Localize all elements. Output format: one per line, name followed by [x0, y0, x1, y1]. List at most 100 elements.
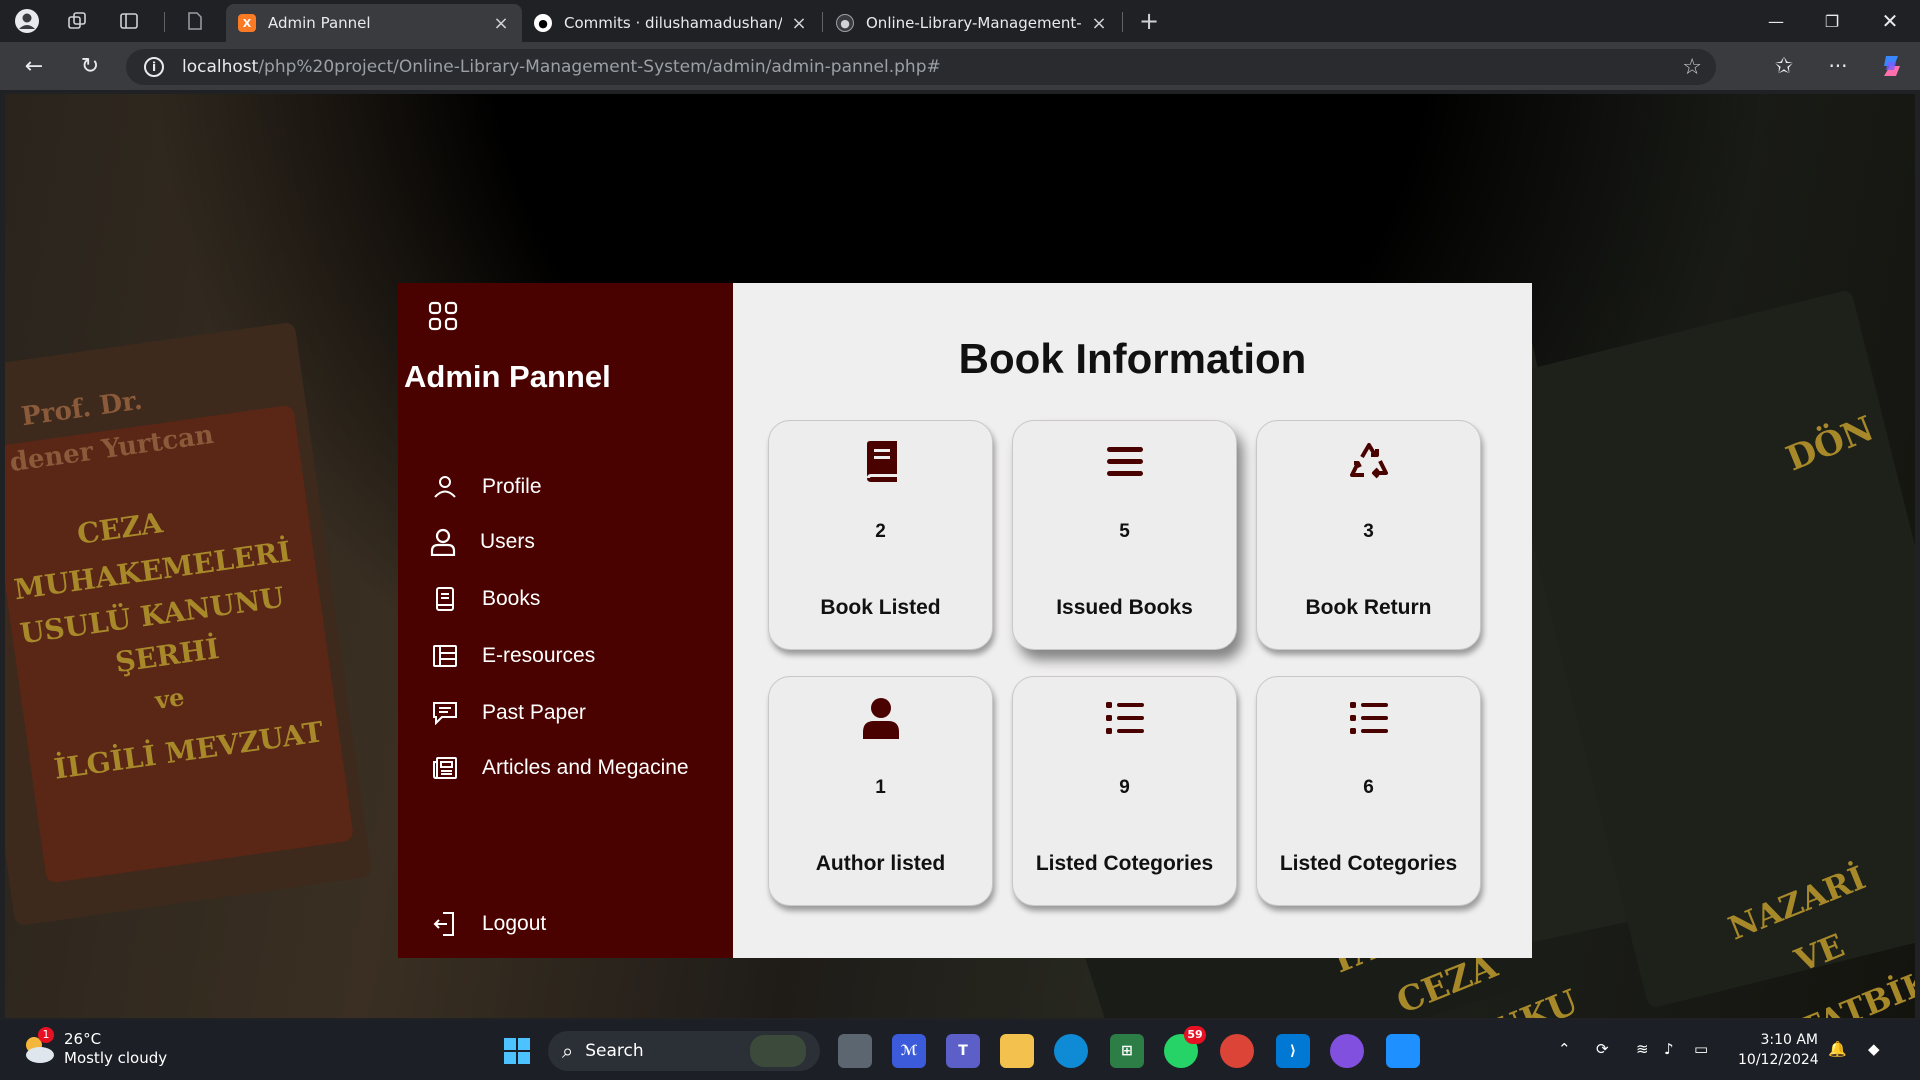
- tab-separator: [164, 12, 165, 32]
- close-window-icon[interactable]: ✕: [1862, 0, 1918, 42]
- book-icon: [430, 584, 460, 614]
- notification-bell-icon[interactable]: 🔔: [1828, 1040, 1847, 1058]
- refresh-icon[interactable]: ↻: [72, 50, 108, 82]
- card-author-listed[interactable]: 1 Author listed: [768, 676, 993, 906]
- card-label: Book Return: [1305, 596, 1432, 619]
- card-label: Listed Cotegories: [1035, 852, 1214, 875]
- task-view-icon[interactable]: [838, 1034, 872, 1068]
- card-count: 6: [1363, 777, 1374, 798]
- sidebar: Admin Pannel Profile Users Books E-resou…: [398, 283, 733, 958]
- url-text[interactable]: localhost/php%20project/Online-Library-M…: [182, 57, 941, 77]
- tab-separator: [822, 12, 823, 32]
- tab-title: Online-Library-Management-Syst: [866, 14, 1082, 32]
- weather-widget[interactable]: 1 26°C Mostly cloudy: [20, 1027, 167, 1068]
- menu-icon: [1013, 439, 1236, 485]
- weather-badge: 1: [38, 1027, 54, 1043]
- wifi-icon[interactable]: ≋: [1636, 1040, 1649, 1058]
- tab-commits[interactable]: ● Commits · dilushamadushan/Onli ×: [522, 4, 820, 42]
- tab-title: Admin Pannel: [268, 14, 371, 32]
- search-label: Search: [585, 1041, 644, 1061]
- logout-label: Logout: [482, 912, 547, 935]
- grid-menu-icon[interactable]: [428, 301, 458, 335]
- copilot-taskbar-icon[interactable]: ◆: [1868, 1040, 1880, 1058]
- github-desktop-icon[interactable]: [1330, 1034, 1364, 1068]
- windows-start-icon[interactable]: [500, 1034, 534, 1068]
- taskbar-search-box[interactable]: ⌕ Search: [548, 1031, 820, 1071]
- address-bar[interactable]: i localhost/php%20project/Online-Library…: [126, 49, 1716, 85]
- sidebar-item-label: Past Paper: [482, 701, 586, 724]
- whatsapp-icon[interactable]: 59: [1164, 1026, 1206, 1068]
- browser-tab-bar: X Admin Pannel × ● Commits · dilushamadu…: [0, 0, 1920, 42]
- photos-icon[interactable]: [1386, 1034, 1420, 1068]
- edge-icon[interactable]: [1054, 1034, 1088, 1068]
- card-label: Listed Cotegories: [1279, 852, 1458, 875]
- card-book-listed[interactable]: 2 Book Listed: [768, 420, 993, 650]
- page-viewport: Prof. Dr. dener Yurtcan CEZA MUHAKEMELER…: [5, 94, 1915, 1018]
- sidebar-item-label: Articles and Megacine: [482, 756, 689, 779]
- card-listed-categories[interactable]: 6 Listed Cotegories: [1256, 676, 1481, 906]
- sidebar-item-label: Users: [480, 530, 535, 553]
- volume-icon[interactable]: ♪: [1664, 1040, 1674, 1058]
- main-content: Book Information 2 Book Listed 5 Issued …: [733, 283, 1532, 958]
- vscode-icon[interactable]: ⟩: [1276, 1034, 1310, 1068]
- recycle-icon: [1257, 439, 1480, 485]
- close-tab-icon[interactable]: ×: [790, 13, 808, 34]
- card-count: 2: [875, 521, 886, 542]
- github-favicon-icon: ●: [836, 14, 854, 32]
- system-clock[interactable]: 3:10 AM 10/12/2024: [1738, 1030, 1819, 1070]
- card-count: 1: [875, 777, 886, 798]
- logout-button[interactable]: Logout: [430, 906, 546, 942]
- battery-icon[interactable]: ▭: [1694, 1040, 1708, 1058]
- show-hidden-icons-icon[interactable]: ⌃: [1558, 1040, 1571, 1058]
- file-explorer-icon[interactable]: [1000, 1034, 1034, 1068]
- sidebar-item-label: Books: [482, 587, 541, 610]
- tab-repository[interactable]: ● Online-Library-Management-Syst ×: [824, 4, 1120, 42]
- page-title: Book Information: [958, 335, 1307, 382]
- profile-icon[interactable]: [12, 7, 42, 35]
- book-icon: [769, 439, 992, 485]
- sidebar-item-e-resources[interactable]: E-resources: [430, 638, 595, 674]
- clock-time: 3:10 AM: [1760, 1032, 1818, 1048]
- site-info-icon[interactable]: i: [144, 57, 164, 77]
- store-icon[interactable]: ⊞: [1110, 1034, 1144, 1068]
- sync-icon[interactable]: ⟳: [1596, 1040, 1609, 1058]
- restore-icon[interactable]: ❐: [1804, 0, 1860, 42]
- sidebar-item-articles[interactable]: Articles and Megacine: [430, 750, 689, 786]
- tab-admin-pannel[interactable]: X Admin Pannel ×: [226, 4, 522, 42]
- user-icon: [769, 695, 992, 741]
- url-host: localhost: [182, 57, 259, 77]
- sidebar-item-label: E-resources: [482, 644, 596, 667]
- teams-icon[interactable]: T: [946, 1034, 980, 1068]
- app-icon[interactable]: ℳ: [892, 1034, 926, 1068]
- sidebar-item-profile[interactable]: Profile: [430, 469, 542, 505]
- weather-temp: 26°C: [64, 1030, 102, 1048]
- user-icon: [430, 472, 460, 502]
- cloud-sun-icon: 1: [20, 1027, 56, 1067]
- table-icon: [430, 641, 460, 671]
- sidebar-item-past-paper[interactable]: Past Paper: [430, 695, 586, 731]
- card-book-return[interactable]: 3 Book Return: [1256, 420, 1481, 650]
- sidebar-item-books[interactable]: Books: [430, 581, 540, 617]
- chrome-icon[interactable]: [1220, 1034, 1254, 1068]
- spine-text: ve: [153, 682, 187, 715]
- vertical-tabs-icon[interactable]: [114, 7, 144, 35]
- close-tab-icon[interactable]: ×: [492, 13, 510, 34]
- sidebar-item-users[interactable]: Users: [428, 524, 535, 560]
- sidebar-brand-title: Admin Pannel: [404, 359, 611, 394]
- tab-title: Commits · dilushamadushan/Onli: [564, 14, 782, 32]
- search-highlight-icon: [750, 1035, 806, 1067]
- copilot-icon[interactable]: [1874, 50, 1910, 82]
- card-count: 3: [1363, 521, 1374, 542]
- card-issued-books[interactable]: 5 Issued Books: [1012, 420, 1237, 650]
- card-listed-categories[interactable]: 9 Listed Cotegories: [1012, 676, 1237, 906]
- more-options-icon[interactable]: ···: [1820, 50, 1856, 82]
- minimize-icon[interactable]: —: [1748, 0, 1804, 42]
- new-tab-icon[interactable]: +: [1134, 7, 1164, 35]
- clock-date: 10/12/2024: [1738, 1052, 1819, 1068]
- close-tab-icon[interactable]: ×: [1090, 13, 1108, 34]
- page-icon[interactable]: [180, 7, 210, 35]
- back-icon[interactable]: ←: [16, 50, 52, 82]
- workspaces-icon[interactable]: [62, 7, 92, 35]
- favorite-star-icon[interactable]: ☆: [1682, 55, 1702, 80]
- favorites-icon[interactable]: ✩: [1766, 50, 1802, 82]
